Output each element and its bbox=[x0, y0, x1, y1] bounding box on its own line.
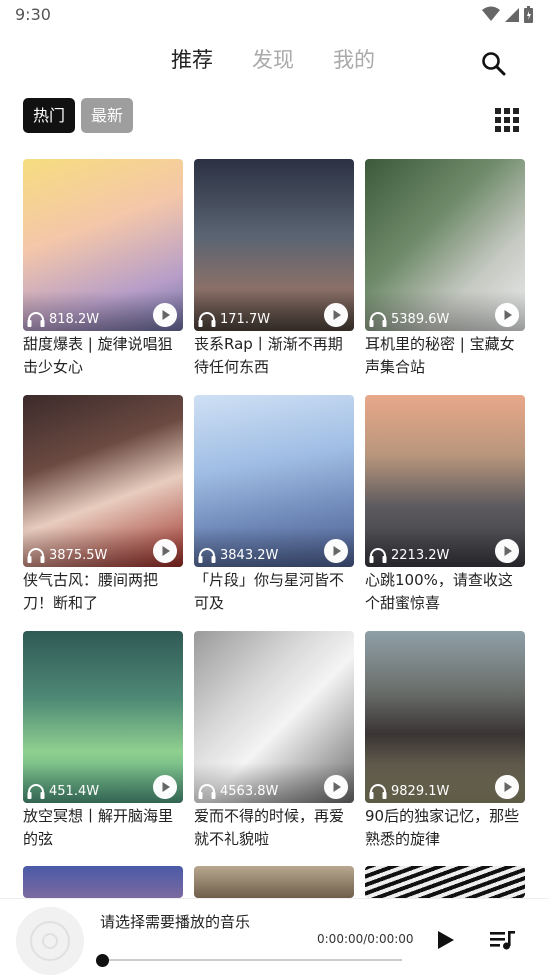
headphones-icon bbox=[198, 312, 216, 327]
status-icons bbox=[482, 5, 533, 23]
playlist-cover: 451.4W bbox=[23, 631, 183, 803]
playlist-cover bbox=[23, 866, 183, 898]
playlist-cover: 4563.8W bbox=[194, 631, 354, 803]
play-icon[interactable] bbox=[324, 539, 348, 563]
playlist-title[interactable]: 90后的独家记忆，那些熟悉的旋律 bbox=[365, 805, 527, 851]
play-count-text: 3843.2W bbox=[220, 547, 279, 563]
battery-icon bbox=[524, 5, 533, 23]
playlist-title[interactable]: 丧系Rap丨渐渐不再期待任何东西 bbox=[194, 333, 356, 379]
headphones-icon bbox=[369, 312, 387, 327]
play-icon[interactable] bbox=[434, 929, 456, 951]
headphones-icon bbox=[27, 784, 45, 799]
grid-icon[interactable] bbox=[495, 108, 519, 132]
signal-icon bbox=[505, 8, 519, 22]
play-icon[interactable] bbox=[153, 539, 177, 563]
now-playing-title: 请选择需要播放的音乐 bbox=[100, 913, 251, 931]
play-count: 4563.8W bbox=[198, 783, 278, 799]
play-count: 818.2W bbox=[27, 311, 99, 327]
playback-time: 0:00:00/0:00:00 bbox=[317, 932, 414, 946]
playlist-title[interactable]: 心跳100%，请查收这个甜蜜惊喜 bbox=[365, 569, 527, 615]
headphones-icon bbox=[198, 784, 216, 799]
search-icon[interactable] bbox=[480, 50, 508, 78]
headphones-icon bbox=[27, 312, 45, 327]
play-count: 5389.6W bbox=[369, 311, 449, 327]
wifi-icon bbox=[482, 6, 500, 21]
album-disc-icon[interactable] bbox=[16, 907, 84, 975]
play-count-text: 5389.6W bbox=[391, 311, 450, 327]
progress-bar[interactable] bbox=[102, 959, 402, 961]
headphones-icon bbox=[198, 548, 216, 563]
playlist-title[interactable]: 「片段」你与星河皆不可及 bbox=[194, 569, 356, 615]
play-count-text: 818.2W bbox=[49, 311, 100, 327]
play-icon[interactable] bbox=[495, 775, 519, 799]
play-count-text: 451.4W bbox=[49, 783, 100, 799]
play-icon[interactable] bbox=[324, 303, 348, 327]
headphones-icon bbox=[369, 784, 387, 799]
play-icon[interactable] bbox=[153, 303, 177, 327]
headphones-icon bbox=[27, 548, 45, 563]
sort-tabs: 热门 最新 bbox=[23, 98, 134, 133]
playlist-title[interactable]: 放空冥想丨解开脑海里的弦 bbox=[23, 805, 185, 851]
headphones-icon bbox=[369, 548, 387, 563]
playlist-cover: 5389.6W bbox=[365, 159, 525, 331]
play-icon[interactable] bbox=[153, 775, 177, 799]
top-nav: 推荐 发现 我的 bbox=[0, 40, 549, 80]
play-count: 9829.1W bbox=[369, 783, 449, 799]
playlist-cover bbox=[365, 866, 525, 898]
playlist-title[interactable]: 耳机里的秘密 | 宝藏女声集合站 bbox=[365, 333, 527, 379]
playlist-icon[interactable] bbox=[490, 929, 516, 951]
play-count: 451.4W bbox=[27, 783, 99, 799]
playlist-cover: 3843.2W bbox=[194, 395, 354, 567]
play-count: 3843.2W bbox=[198, 547, 278, 563]
play-icon[interactable] bbox=[495, 539, 519, 563]
chip-hot[interactable]: 热门 bbox=[23, 98, 76, 133]
playlist-title[interactable]: 爱而不得的时候，再爱就不礼貌啦 bbox=[194, 805, 356, 851]
tab-recommend[interactable]: 推荐 bbox=[171, 44, 213, 74]
play-icon[interactable] bbox=[495, 303, 519, 327]
play-count: 2213.2W bbox=[369, 547, 449, 563]
play-count-text: 171.7W bbox=[220, 311, 271, 327]
playlist-title[interactable]: 侠气古风：腰间两把刀！断和了 bbox=[23, 569, 185, 615]
playlist-cover: 171.7W bbox=[194, 159, 354, 331]
playlist-cover: 2213.2W bbox=[365, 395, 525, 567]
tab-discover[interactable]: 发现 bbox=[252, 44, 294, 74]
playlist-cover bbox=[194, 866, 354, 898]
mini-player: 请选择需要播放的音乐 0:00:00/0:00:00 bbox=[0, 898, 549, 979]
playlist-cover: 818.2W bbox=[23, 159, 183, 331]
play-count: 171.7W bbox=[198, 311, 270, 327]
play-count: 3875.5W bbox=[27, 547, 107, 563]
tab-mine[interactable]: 我的 bbox=[333, 44, 375, 74]
play-count-text: 3875.5W bbox=[49, 547, 108, 563]
status-bar: 9:30 bbox=[0, 0, 549, 30]
chip-latest[interactable]: 最新 bbox=[81, 98, 134, 133]
progress-knob[interactable] bbox=[96, 954, 109, 967]
playlist-title[interactable]: 甜度爆表 | 旋律说唱狙击少女心 bbox=[23, 333, 185, 379]
play-icon[interactable] bbox=[324, 775, 348, 799]
status-time: 9:30 bbox=[15, 5, 51, 24]
play-count-text: 9829.1W bbox=[391, 783, 450, 799]
play-count-text: 4563.8W bbox=[220, 783, 279, 799]
playlist-cover: 9829.1W bbox=[365, 631, 525, 803]
play-count-text: 2213.2W bbox=[391, 547, 450, 563]
playlist-cover: 3875.5W bbox=[23, 395, 183, 567]
